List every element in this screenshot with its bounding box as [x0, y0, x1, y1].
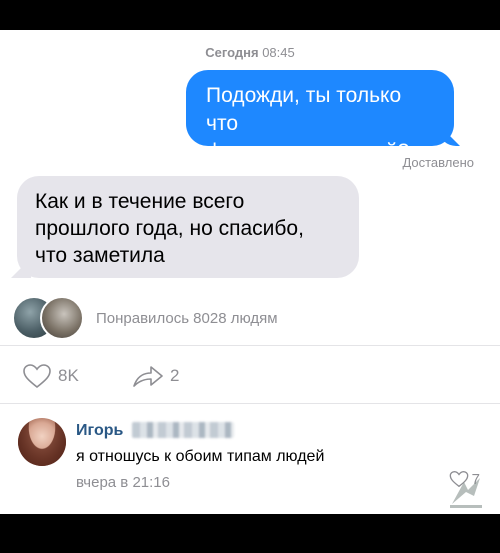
incoming-message-bubble[interactable]: Как и в течение всего прошлого года, но … — [17, 176, 359, 278]
blurred-surname — [132, 422, 234, 438]
comment-item: Игорь я отношусь к обоим типам людей вче… — [18, 414, 488, 506]
share-count: 2 — [170, 366, 180, 385]
like-button[interactable]: 8K — [22, 363, 79, 389]
divider — [0, 345, 500, 346]
timestamp-time: 08:45 — [262, 45, 295, 60]
comment-text: я отношусь к обоим типам людей — [76, 448, 325, 465]
outgoing-message-bubble[interactable]: Подожди, ты только что флиртовал со мной… — [186, 70, 454, 163]
likes-count-text: Понравилось 8028 людям — [96, 310, 278, 327]
timestamp-day: Сегодня — [205, 45, 259, 60]
incoming-message-line: что заметила — [35, 244, 165, 267]
commenter-name[interactable]: Игорь — [76, 422, 123, 440]
bottom-black-bar — [0, 514, 500, 553]
commenter-avatar[interactable] — [18, 418, 66, 466]
watermark-logo-icon — [450, 478, 482, 508]
likes-summary[interactable]: Понравилось 8028 людям — [12, 296, 492, 340]
outgoing-message-line: Подожди, ты только что — [206, 84, 402, 135]
post-actions: 8K 2 — [22, 363, 322, 391]
incoming-message-line: Как и в течение всего — [35, 190, 245, 213]
divider — [0, 403, 500, 404]
liker-avatar — [40, 296, 84, 340]
share-arrow-icon — [133, 366, 163, 387]
share-button[interactable]: 2 — [132, 363, 179, 389]
delivery-status: Доставлено — [402, 155, 474, 170]
like-count: 8K — [58, 366, 79, 385]
heart-outline-icon — [23, 364, 51, 389]
incoming-message-line: прошлого года, но спасибо, — [35, 217, 304, 240]
top-black-bar — [0, 0, 500, 30]
message-timestamp: Сегодня 08:45 — [0, 45, 500, 60]
comment-time: вчера в 21:16 — [76, 474, 170, 491]
